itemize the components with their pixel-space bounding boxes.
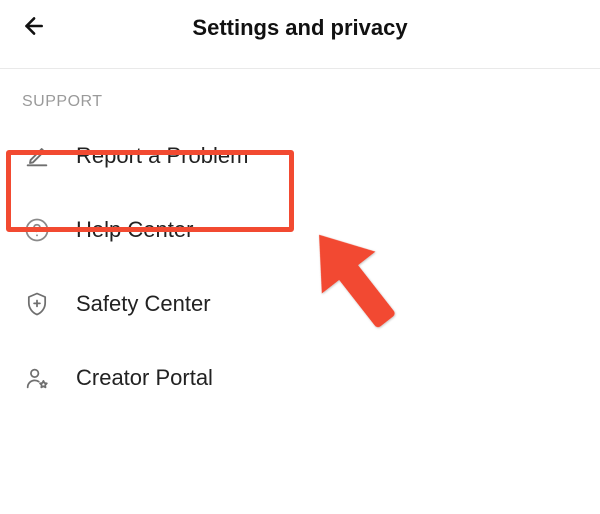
shield-plus-icon <box>22 289 52 319</box>
menu-item-label: Creator Portal <box>76 365 213 391</box>
page-title: Settings and privacy <box>192 15 407 41</box>
person-star-icon <box>22 363 52 393</box>
menu-item-report-problem[interactable]: Report a Problem <box>0 119 600 193</box>
menu-item-label: Report a Problem <box>76 143 248 169</box>
pencil-icon <box>22 141 52 171</box>
back-arrow-icon <box>20 13 46 44</box>
back-button[interactable] <box>18 13 48 43</box>
menu-item-label: Help Center <box>76 217 193 243</box>
help-icon <box>22 215 52 245</box>
menu-item-help-center[interactable]: Help Center <box>0 193 600 267</box>
menu-item-safety-center[interactable]: Safety Center <box>0 267 600 341</box>
menu-item-label: Safety Center <box>76 291 211 317</box>
section-label-support: SUPPORT <box>0 69 600 119</box>
menu-item-creator-portal[interactable]: Creator Portal <box>0 341 600 415</box>
support-menu: Report a Problem Help Center Safety Cent… <box>0 119 600 415</box>
